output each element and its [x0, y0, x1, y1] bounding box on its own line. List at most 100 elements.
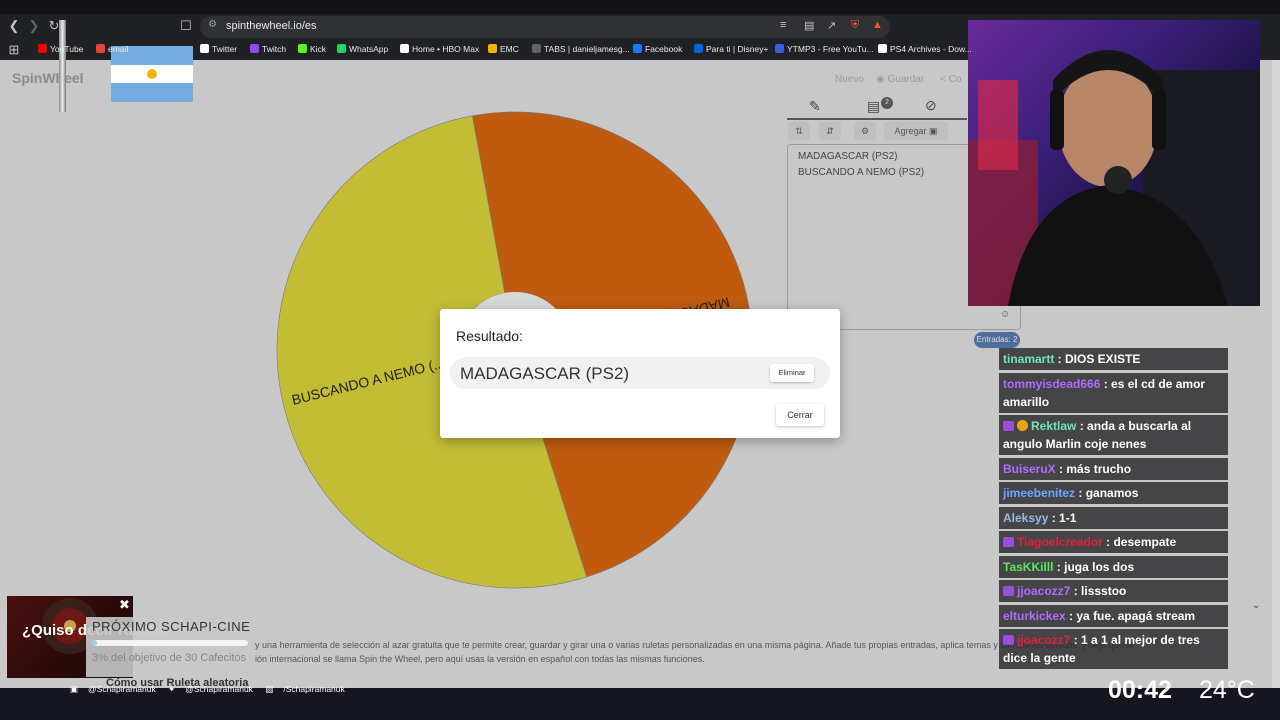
address-bar[interactable]: ⚙ spinthewheel.io/es ≡ ▤ ↗ ⛨ ▲ — [200, 16, 890, 38]
goal-progress-fill — [92, 640, 97, 646]
bookmark-icon[interactable]: ☐ — [176, 16, 196, 36]
bookmark-favicon-icon — [878, 44, 887, 53]
chat-username: Rektlaw — [1031, 419, 1077, 433]
bookmark-item[interactable]: WhatsApp — [337, 44, 388, 54]
bookmark-item[interactable]: Home • HBO Max — [400, 44, 479, 54]
bookmark-item[interactable]: YTMP3 - Free YouTu... — [775, 44, 874, 54]
share-icon[interactable]: ↗ — [827, 19, 836, 32]
close-button[interactable]: Cerrar — [776, 404, 824, 426]
site-info-icon[interactable]: ⚙ — [208, 19, 217, 30]
add-label: Agregar — [894, 126, 927, 136]
brave-shield-icon[interactable]: ⛨ — [851, 19, 859, 32]
chat-message: Aleksyy : 1-1 — [999, 506, 1228, 529]
subscriber-badge-icon — [1003, 635, 1014, 645]
bookmark-label: EMC — [500, 44, 519, 54]
new-button[interactable]: Nuevo — [835, 74, 864, 85]
chat-text: : lissstoo — [1070, 584, 1127, 598]
back-icon[interactable]: ❮ — [4, 16, 24, 36]
bookmark-favicon-icon — [488, 44, 497, 53]
argentina-flag-icon — [111, 46, 193, 102]
bookmark-item[interactable]: Para ti | Disney+ — [694, 44, 768, 54]
bookmark-favicon-icon — [250, 44, 259, 53]
bookmark-favicon-icon — [400, 44, 409, 53]
chat-text: : desempate — [1102, 535, 1177, 549]
chat-username: TasKKilll — [1003, 559, 1054, 574]
result-row: MADAGASCAR (PS2) Eliminar — [450, 357, 830, 389]
bookmark-label: YouTube — [50, 44, 84, 54]
chat-message: Tiagoelcreador : desempate — [999, 531, 1228, 553]
twitter-icon: ✦ — [168, 684, 176, 694]
bookmark-item[interactable]: EMC — [488, 44, 519, 54]
sort-icon[interactable]: ⇵ — [819, 122, 841, 140]
chat-username: Aleksyy — [1003, 510, 1049, 525]
settings-icon[interactable]: ⚙ — [854, 122, 876, 140]
chat-username: tinamartt — [1003, 352, 1055, 366]
entries-count-badge: Entradas: 2 — [974, 332, 1020, 348]
bookmark-favicon-icon — [694, 44, 703, 53]
share-button[interactable]: < Co — [940, 74, 961, 85]
chat-username: elturkickex — [1003, 608, 1066, 623]
shuffle-icon[interactable]: ⇅ — [788, 122, 810, 140]
result-text: MADAGASCAR (PS2) — [460, 364, 630, 383]
close-icon[interactable]: ✖ — [116, 596, 133, 613]
translate-icon[interactable]: ≡ — [780, 19, 786, 31]
chat-message: Rektlaw : anda a buscarla al angulo Marl… — [999, 415, 1228, 455]
subscriber-badge-icon — [1003, 421, 1014, 431]
delete-button[interactable]: Eliminar — [770, 364, 814, 382]
bookmark-item[interactable]: PS4 Archives - Dow... — [878, 44, 972, 54]
brave-rewards-icon[interactable]: ▲ — [872, 19, 883, 31]
goal-title: PRÓXIMO SCHAPI-CINE — [92, 619, 251, 634]
bookmark-label: Kick — [310, 44, 327, 54]
subscriber-badge-icon — [1003, 586, 1014, 596]
bookmark-label: Twitch — [262, 44, 287, 54]
chat-text: : 1-1 — [1048, 510, 1077, 525]
bookmark-favicon-icon — [96, 44, 105, 53]
bookmark-item[interactable]: Facebook — [633, 44, 682, 54]
site-logo[interactable]: SpinWheel — [12, 70, 84, 86]
bookmark-item[interactable]: YouTube — [38, 44, 83, 54]
reader-icon[interactable]: ▤ — [804, 19, 814, 32]
stream-temperature: 24°C — [1199, 676, 1255, 704]
emoji-icon[interactable]: ☺ — [1000, 309, 1010, 320]
chat-username: jjoacozz7 — [1017, 633, 1071, 647]
bookmark-item[interactable]: email — [96, 44, 128, 54]
chevron-down-icon[interactable]: ⌄ — [1252, 600, 1260, 611]
chat-username: tommyisdead666 — [1003, 376, 1101, 391]
chat-text: : juga los dos — [1053, 559, 1135, 574]
dialog-title: Resultado: — [456, 328, 523, 344]
bookmark-label: Para ti | Disney+ — [706, 44, 769, 54]
webcam-feed — [968, 20, 1260, 306]
add-image-button[interactable]: Agregar ▣ — [884, 122, 948, 140]
chat-overlay: tinamartt : DIOS EXISTE tommyisdead666 : … — [999, 348, 1228, 672]
bookmark-label: WhatsApp — [349, 44, 389, 54]
chat-message: TasKKilll : juga los dos — [999, 555, 1228, 578]
notes-icon[interactable]: ▤ — [867, 98, 880, 115]
bookmark-item[interactable]: Kick — [298, 44, 326, 54]
hide-icon[interactable]: ⊘ — [925, 97, 937, 114]
chat-message: BuiseruX : más trucho — [999, 457, 1228, 480]
page-scrollbar[interactable] — [1272, 60, 1280, 688]
bookmark-item[interactable]: Twitch — [250, 44, 286, 54]
instagram-icon: ▣ — [70, 684, 79, 694]
goal-progress-bar — [92, 640, 248, 646]
chat-username: jimeebenitez — [1003, 486, 1076, 500]
url-text: spinthewheel.io/es — [226, 20, 317, 32]
bookmark-label: PS4 Archives - Dow... — [890, 44, 972, 54]
bookmark-label: Facebook — [645, 44, 683, 54]
chat-message: jjoacozz7 : lissstoo — [999, 580, 1228, 602]
save-button[interactable]: ◉ Guardar — [876, 74, 924, 85]
bookmark-label: TABS | danieljamesg... — [544, 44, 630, 54]
chat-username: Tiagoelcreador — [1017, 535, 1103, 549]
forward-icon[interactable]: ❯ — [24, 16, 44, 36]
apps-icon[interactable]: ⊞ — [4, 40, 24, 60]
bookmark-item[interactable]: TABS | danieljamesg... — [532, 44, 630, 54]
twitch-handle: /Schapiramanuk — [283, 684, 345, 694]
chat-message: elturkickex : ya fue. apagá stream — [999, 604, 1228, 627]
notes-badge: 2 — [881, 97, 893, 109]
pencil-icon[interactable]: ✎ — [809, 98, 821, 115]
goal-text: 3% del objetivo de 30 Cafecitos — [92, 652, 247, 664]
bookmark-label: email — [108, 44, 129, 54]
bookmark-favicon-icon — [298, 44, 307, 53]
bookmark-favicon-icon — [38, 44, 47, 53]
bookmark-item[interactable]: Twitter — [200, 44, 237, 54]
